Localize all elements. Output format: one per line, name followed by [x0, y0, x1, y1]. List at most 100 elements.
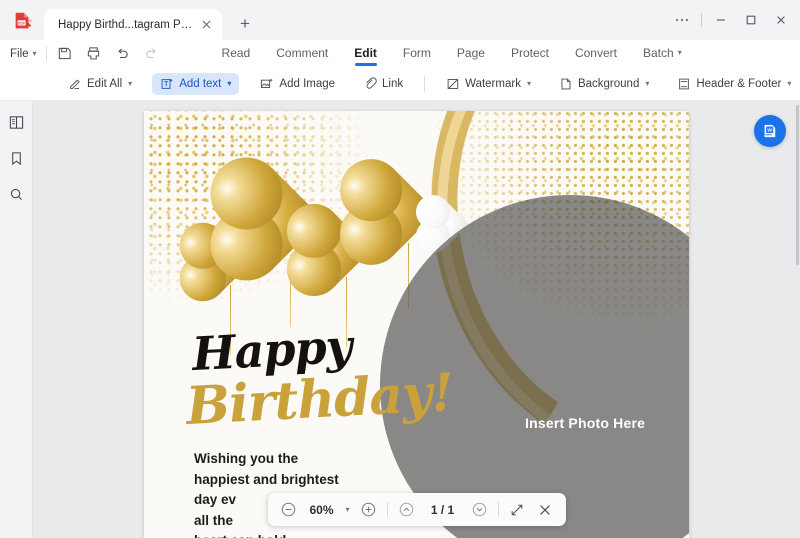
tab-read-label: Read	[221, 45, 251, 60]
fullscreen-button[interactable]	[508, 500, 527, 519]
plus-circle-icon	[361, 502, 375, 517]
document-tab[interactable]: Happy Birthd...tagram Post*	[44, 9, 222, 40]
next-page-button[interactable]	[470, 500, 489, 519]
photo-placeholder-label: Insert Photo Here	[525, 415, 646, 431]
quick-access-toolbar	[56, 45, 160, 62]
bookmark-icon	[11, 151, 21, 165]
word-doc-icon: W	[764, 124, 776, 138]
tab-convert[interactable]: Convert	[575, 46, 617, 62]
print-icon[interactable]	[85, 45, 102, 62]
watermark-label: Watermark	[465, 77, 521, 90]
convert-to-word-button[interactable]: W	[754, 115, 786, 147]
chevron-down-icon: ▾	[526, 79, 531, 88]
chevron-down-icon: ▾	[227, 79, 232, 88]
vertical-scrollbar[interactable]	[795, 101, 800, 538]
document-canvas[interactable]: Insert Photo Here Happy Birthday! Wishin…	[33, 101, 800, 538]
sidebar-item-bookmarks[interactable]	[5, 147, 27, 169]
page-navigation-bar: 60% ▾ 1 / 1	[267, 493, 566, 526]
tab-edit[interactable]: Edit	[354, 46, 377, 62]
tab-protect[interactable]: Protect	[511, 46, 549, 62]
add-text-button[interactable]: Add text ▾	[152, 72, 240, 95]
chevron-down-icon[interactable]: ▾	[345, 505, 349, 514]
tab-convert-label: Convert	[574, 45, 617, 60]
new-tab-button[interactable]: +	[232, 11, 258, 37]
maximize-icon[interactable]	[736, 7, 766, 33]
tab-batch[interactable]: Batch ▾	[643, 46, 682, 62]
minimize-icon[interactable]	[706, 7, 736, 33]
image-icon	[261, 78, 273, 88]
bottom-bar-divider-2	[497, 502, 499, 517]
edit-toolbar: Edit All ▾ Add text ▾ Add Image Link Wat…	[0, 67, 800, 101]
pencil-icon	[70, 79, 80, 89]
save-icon[interactable]	[56, 45, 73, 62]
add-text-label: Add text	[179, 77, 222, 90]
window-controls	[667, 6, 796, 34]
pdf-page[interactable]: Insert Photo Here Happy Birthday! Wishin…	[144, 111, 689, 538]
add-image-label: Add Image	[279, 77, 336, 90]
header-footer-icon	[679, 78, 690, 89]
menu-bar: File ▾ Read Comment Edit Form Page Prote…	[0, 40, 800, 67]
tab-comment-label: Comment	[276, 45, 329, 60]
close-icon	[540, 504, 550, 515]
background-label: Background	[577, 77, 640, 90]
file-menu-label: File	[10, 47, 29, 60]
redo-icon[interactable]	[143, 45, 160, 62]
title-bar: PDF Happy Birthd...tagram Post* +	[0, 0, 800, 40]
left-sidebar	[0, 101, 33, 538]
chevron-down-icon: ▾	[645, 79, 650, 88]
zoom-out-button[interactable]	[278, 500, 297, 519]
link-button[interactable]: Link	[355, 73, 411, 95]
sidebar-item-thumbnails[interactable]	[5, 111, 27, 133]
edit-all-button[interactable]: Edit All ▾	[60, 73, 140, 95]
watermark-icon	[447, 78, 459, 89]
chevron-down-circle-icon	[472, 502, 486, 517]
header-footer-label: Header & Footer	[696, 77, 782, 90]
tab-strip: Happy Birthd...tagram Post* +	[38, 0, 258, 40]
previous-page-button[interactable]	[397, 500, 416, 519]
tab-comment[interactable]: Comment	[276, 46, 328, 62]
close-bar-button[interactable]	[536, 500, 555, 519]
window-controls-divider	[701, 13, 702, 27]
tab-page-label: Page	[456, 45, 485, 60]
pages-icon	[9, 115, 23, 129]
document-tab-title: Happy Birthd...tagram Post*	[58, 18, 198, 31]
text-box-icon	[161, 78, 173, 89]
chevron-down-icon: ▾	[32, 49, 37, 58]
file-menu-button[interactable]: File ▾	[10, 48, 37, 60]
menu-divider	[45, 46, 47, 61]
chevron-down-icon: ▾	[787, 79, 792, 88]
zoom-in-button[interactable]	[359, 500, 378, 519]
tab-form[interactable]: Form	[403, 46, 431, 62]
toolbar-divider	[424, 75, 426, 92]
svg-text:PDF: PDF	[18, 21, 26, 25]
expand-icon	[511, 504, 523, 515]
watermark-button[interactable]: Watermark ▾	[438, 73, 539, 95]
tab-read[interactable]: Read	[222, 46, 251, 62]
more-options-icon[interactable]	[667, 7, 697, 33]
add-image-button[interactable]: Add Image	[251, 73, 343, 95]
close-icon[interactable]	[766, 7, 796, 33]
bottom-bar-divider	[386, 502, 388, 517]
background-icon	[561, 78, 571, 89]
search-icon	[10, 188, 22, 200]
tab-batch-label: Batch	[643, 45, 674, 60]
page-indicator[interactable]: 1 / 1	[425, 503, 461, 517]
zoom-level-label[interactable]: 60%	[306, 503, 336, 517]
chevron-down-icon: ▾	[128, 79, 133, 88]
link-icon	[366, 76, 377, 89]
close-icon[interactable]	[198, 17, 214, 33]
chevron-down-icon: ▾	[677, 48, 682, 57]
tab-form-label: Form	[402, 45, 431, 60]
tab-edit-label: Edit	[354, 45, 377, 60]
background-button[interactable]: Background ▾	[551, 73, 657, 95]
tab-page[interactable]: Page	[457, 46, 485, 62]
scrollbar-thumb[interactable]	[796, 105, 799, 265]
workspace: Insert Photo Here Happy Birthday! Wishin…	[0, 101, 800, 538]
sidebar-item-search[interactable]	[5, 183, 27, 205]
header-footer-button[interactable]: Header & Footer ▾	[669, 73, 799, 95]
ribbon-tabs: Read Comment Edit Form Page Protect Conv…	[222, 46, 682, 62]
edit-all-label: Edit All	[87, 77, 123, 90]
chevron-up-circle-icon	[399, 502, 413, 517]
pdf-editor-window: PDF Happy Birthd...tagram Post* + File ▾…	[0, 0, 800, 538]
undo-icon[interactable]	[114, 45, 131, 62]
